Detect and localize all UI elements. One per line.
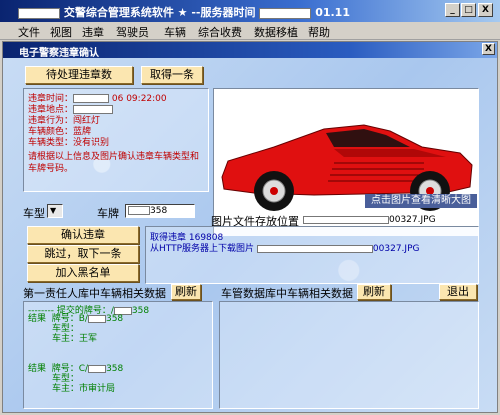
minimize-button[interactable]: _ xyxy=(445,3,460,17)
redacted-block xyxy=(256,244,373,253)
redacted-block xyxy=(87,314,106,323)
type-value: 没有识别 xyxy=(73,138,110,148)
pending-violations-button[interactable]: 待处理违章数 xyxy=(25,66,133,84)
violation-info-panel: 违章时间： 06 09:22:00 违章地点： 违章行为：闯红灯 车辆颜色：蓝牌… xyxy=(23,88,209,192)
dialog-close-button[interactable]: X xyxy=(482,43,495,55)
result-plate-suffix: 358 xyxy=(106,364,124,374)
menu-help[interactable]: 帮助 xyxy=(308,24,330,40)
owner-results-list: -------- 提交的牌号：/358 结果 牌号：B/358 车型： 车主：王… xyxy=(23,301,213,409)
time-value: 06 09:22:00 xyxy=(111,94,167,104)
dialog-title: 电子警察违章确认 xyxy=(19,48,99,59)
plate-label: 车牌 xyxy=(97,207,119,220)
vehicle-type: 车辆类型：没有识别 xyxy=(28,135,109,148)
app-titlebar: 交警综合管理系统软件 ★ --服务器时间 01.11 _ □ X xyxy=(0,0,500,22)
menu-violation[interactable]: 违章 xyxy=(82,24,104,40)
plate-input[interactable]: 358 xyxy=(125,204,195,218)
result-item-2: 结果 牌号：C/358 车型： 车主：市审计局 xyxy=(28,364,123,394)
menu-view[interactable]: 视图 xyxy=(50,24,72,40)
vehicle-results-list xyxy=(219,301,479,409)
get-one-button[interactable]: 取得一条 xyxy=(141,66,203,84)
skip-next-button[interactable]: 跳过，取下一条 xyxy=(27,245,139,263)
view-large-image-link[interactable]: 点击图片查看清晰大图 xyxy=(365,194,477,208)
result-plate-label: 牌号：C/ xyxy=(51,364,89,374)
result-type: 车型： xyxy=(52,374,80,384)
result-tag: 结果 xyxy=(28,364,47,374)
log-line-2-suffix: 00327.JPG xyxy=(372,244,420,254)
confirm-violation-button[interactable]: 确认违章 xyxy=(27,226,139,244)
exit-button[interactable]: 退出 xyxy=(439,284,477,300)
car-type-select[interactable]: ▼ xyxy=(47,204,63,218)
add-blacklist-button[interactable]: 加入黑名单 xyxy=(27,264,139,282)
download-log: 取得违章 169808 从HTTP服务器上下载图片 00327.JPG xyxy=(145,226,479,284)
redacted-block xyxy=(259,7,312,19)
file-path-value: 00327.JPG xyxy=(301,214,471,226)
type-label: 车辆类型： xyxy=(28,138,74,148)
redacted-block xyxy=(128,206,150,215)
redacted-block xyxy=(88,364,107,373)
violation-confirm-dialog: 电子警察违章确认 X 待处理违章数 取得一条 违章时间： 06 09:22:00… xyxy=(2,41,498,413)
server-time: 01.11 xyxy=(315,6,350,19)
result-owner-label: 车主： xyxy=(52,334,80,344)
refresh-owner-button[interactable]: 刷新 xyxy=(171,284,201,300)
vehicle-db-title: 车管数据库中车辆相关数据 xyxy=(221,287,353,300)
menu-bar: 文件 视图 违章 驾驶员 车辆 综合收费 数据移植 帮助 xyxy=(0,22,500,40)
menu-vehicle[interactable]: 车辆 xyxy=(164,24,186,40)
app-title: 交警综合管理系统软件 ★ --服务器时间 01.11 xyxy=(18,4,350,20)
result-plate-label: 牌号：B/ xyxy=(51,314,88,324)
result-owner-label: 车主： xyxy=(52,384,80,394)
menu-driver[interactable]: 驾驶员 xyxy=(116,24,149,40)
chevron-down-icon: ▼ xyxy=(50,206,57,215)
result-owner: 王军 xyxy=(79,334,98,344)
redacted-block xyxy=(303,215,389,224)
log-line-2-prefix: 从HTTP服务器上下载图片 xyxy=(150,244,255,254)
result-item-1: 结果 牌号：B/358 车型： 车主：王军 xyxy=(28,314,123,344)
log-line-2: 从HTTP服务器上下载图片 00327.JPG xyxy=(150,241,419,254)
confirm-instruction: 请根据以上信息及图片确认违章车辆类型和车牌号码。 xyxy=(28,152,200,174)
maximize-button[interactable]: □ xyxy=(461,3,476,17)
result-owner: 市审计局 xyxy=(79,384,116,394)
app-title-text: 交警综合管理系统软件 ★ --服务器时间 xyxy=(63,6,256,19)
file-path-suffix: 00327.JPG xyxy=(389,215,436,225)
menu-file[interactable]: 文件 xyxy=(18,24,40,40)
car-type-label: 车型 xyxy=(23,207,45,220)
menu-fees[interactable]: 综合收费 xyxy=(198,24,242,40)
result-tag: 结果 xyxy=(28,314,47,324)
result-plate-suffix: 358 xyxy=(105,314,124,324)
dialog-body: 待处理违章数 取得一条 违章时间： 06 09:22:00 违章地点： 违章行为… xyxy=(3,58,497,412)
redacted-block xyxy=(18,7,60,19)
result-type: 车型： xyxy=(52,324,80,334)
submitted-plate-suffix: 358 xyxy=(131,306,150,316)
close-button[interactable]: X xyxy=(478,3,493,17)
menu-data-migration[interactable]: 数据移植 xyxy=(254,24,298,40)
dialog-titlebar: 电子警察违章确认 X xyxy=(3,42,497,59)
refresh-vehicle-button[interactable]: 刷新 xyxy=(357,284,391,300)
owner-db-title: 第一责任人库中车辆相关数据 xyxy=(23,287,166,300)
plate-number-suffix: 358 xyxy=(150,206,168,216)
